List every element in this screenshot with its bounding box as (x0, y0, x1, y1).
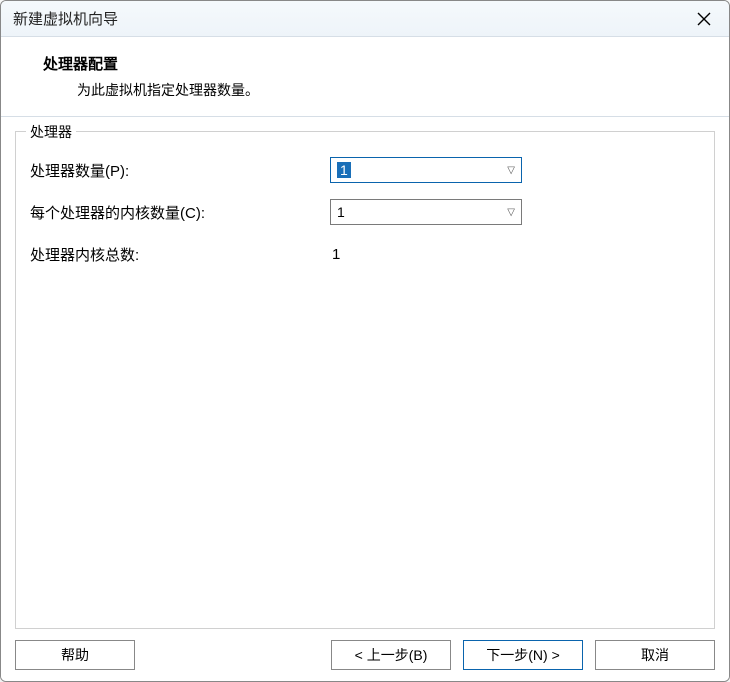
row-total-cores: 处理器内核总数: 1 (30, 240, 700, 268)
value-total-cores: 1 (330, 246, 340, 263)
label-total-cores: 处理器内核总数: (30, 244, 330, 265)
processor-group: 处理器 处理器数量(P): 1 ▽ 每个处理器的内核数量(C): 1 ▽ 处理器… (15, 131, 715, 629)
back-button-label: < 上一步(B) (355, 645, 428, 665)
titlebar: 新建虚拟机向导 (1, 1, 729, 37)
window-title: 新建虚拟机向导 (13, 8, 118, 29)
combo-cores-per-processor[interactable]: 1 ▽ (330, 199, 522, 225)
wizard-window: 新建虚拟机向导 处理器配置 为此虚拟机指定处理器数量。 处理器 处理器数量(P)… (0, 0, 730, 682)
help-button[interactable]: 帮助 (15, 640, 135, 670)
content-area: 处理器 处理器数量(P): 1 ▽ 每个处理器的内核数量(C): 1 ▽ 处理器… (1, 117, 729, 629)
label-cores-per-processor: 每个处理器的内核数量(C): (30, 202, 330, 223)
label-processor-count: 处理器数量(P): (30, 160, 330, 181)
footer: 帮助 < 上一步(B) 下一步(N) > 取消 (1, 629, 729, 681)
group-legend: 处理器 (26, 122, 76, 142)
help-button-label: 帮助 (61, 645, 89, 665)
back-button[interactable]: < 上一步(B) (331, 640, 451, 670)
page-subtitle: 为此虚拟机指定处理器数量。 (77, 80, 701, 100)
chevron-down-icon: ▽ (507, 165, 515, 176)
next-button-label: 下一步(N) > (486, 645, 560, 665)
next-button[interactable]: 下一步(N) > (463, 640, 583, 670)
chevron-down-icon: ▽ (507, 207, 515, 218)
wizard-header: 处理器配置 为此虚拟机指定处理器数量。 (1, 37, 729, 117)
cancel-button[interactable]: 取消 (595, 640, 715, 670)
row-processor-count: 处理器数量(P): 1 ▽ (30, 156, 700, 184)
cancel-button-label: 取消 (641, 645, 669, 665)
page-title: 处理器配置 (43, 53, 701, 74)
row-cores-per-processor: 每个处理器的内核数量(C): 1 ▽ (30, 198, 700, 226)
combo-processor-count[interactable]: 1 ▽ (330, 157, 522, 183)
close-icon (697, 12, 711, 26)
combo-cores-value: 1 (337, 204, 345, 220)
close-button[interactable] (685, 5, 723, 33)
combo-processor-count-value: 1 (337, 162, 351, 178)
